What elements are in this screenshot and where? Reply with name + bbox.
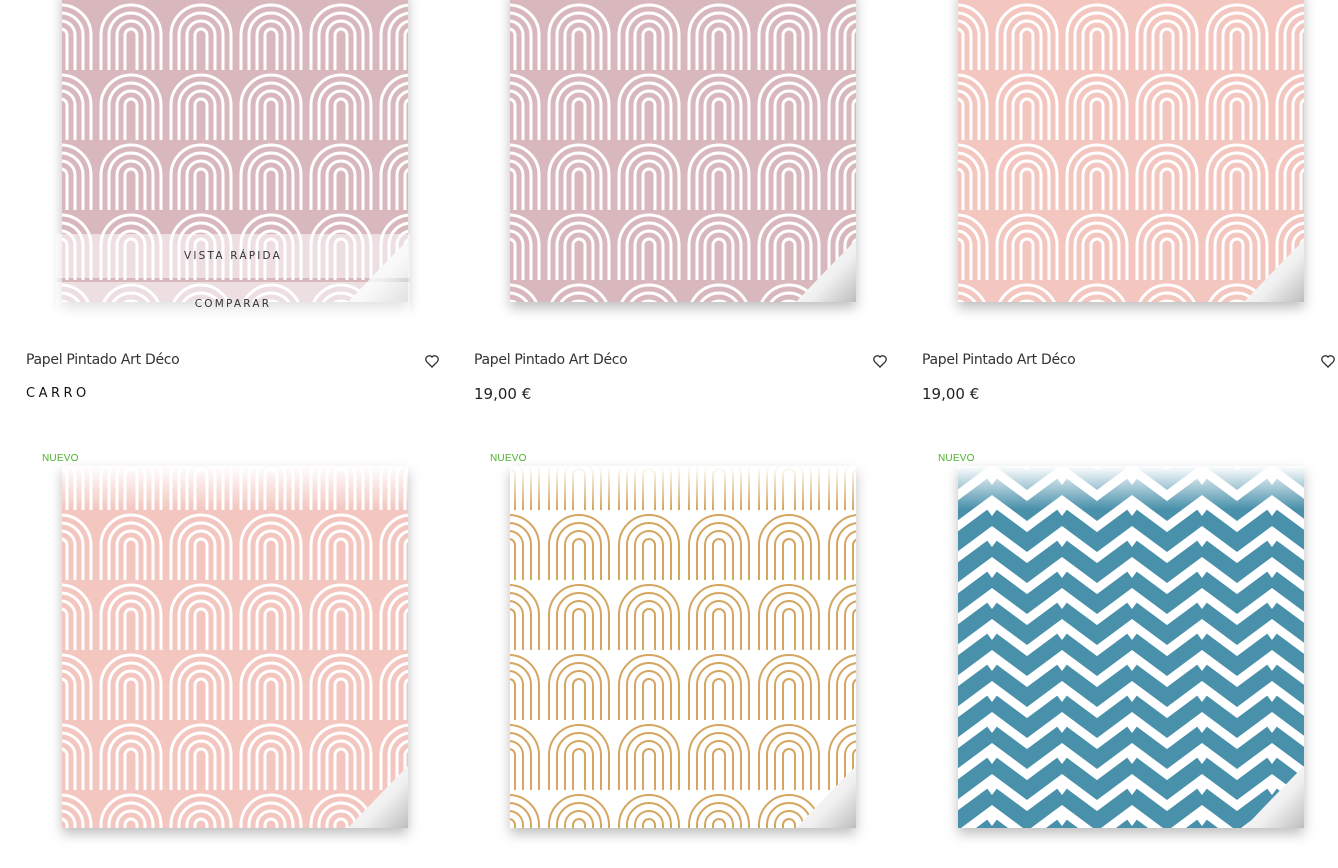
new-badge: NUEVO (490, 453, 527, 464)
product-title[interactable]: Papel Pintado Art Déco (26, 352, 180, 368)
compare-button[interactable]: COMPARAR (56, 282, 410, 326)
product-title[interactable]: Papel Pintado Art Déco (922, 352, 1076, 368)
product-image[interactable] (474, 440, 892, 868)
heart-icon[interactable] (424, 353, 440, 369)
wallpaper-roll-image (510, 0, 856, 302)
product-image[interactable] (474, 0, 892, 330)
product-image[interactable] (26, 440, 444, 868)
product-price: 19,00 € (922, 385, 980, 403)
heart-icon[interactable] (872, 353, 888, 369)
wallpaper-roll-image (62, 0, 408, 302)
wallpaper-roll-image (958, 466, 1304, 828)
product-image[interactable]: VISTA RÁPIDA COMPARAR (26, 0, 444, 330)
product-price: 19,00 € (474, 385, 532, 403)
product-image[interactable] (922, 440, 1338, 868)
wallpaper-roll-image (62, 466, 408, 828)
wallpaper-roll-image (510, 466, 856, 828)
new-badge: NUEVO (938, 453, 975, 464)
heart-icon[interactable] (1320, 353, 1336, 369)
wallpaper-roll-image (958, 0, 1304, 302)
add-to-cart-link[interactable]: CARRO (26, 386, 90, 401)
new-badge: NUEVO (42, 453, 79, 464)
product-title[interactable]: Papel Pintado Art Déco (474, 352, 628, 368)
product-image[interactable] (922, 0, 1338, 330)
quick-view-button[interactable]: VISTA RÁPIDA (56, 234, 410, 278)
